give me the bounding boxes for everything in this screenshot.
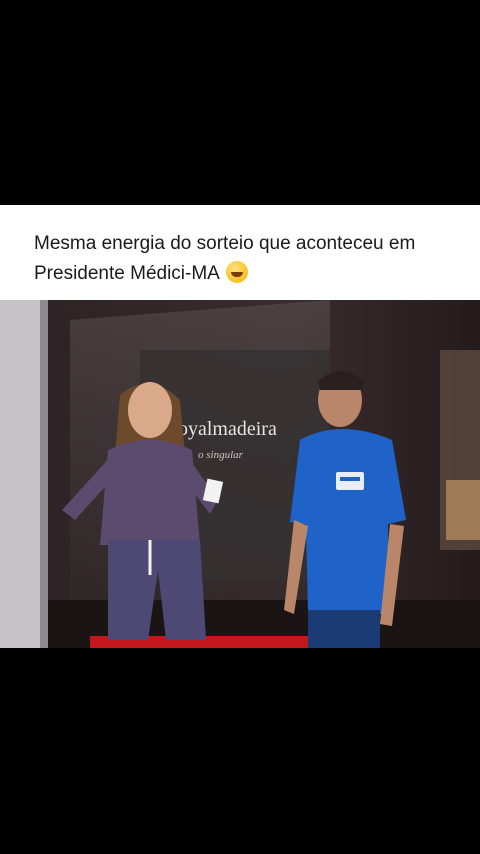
laughing-emoji-icon xyxy=(225,261,248,283)
video-frame: oyalmadeira o singular xyxy=(0,300,480,648)
top-letterbox xyxy=(0,0,480,205)
post-caption: Mesma energia do sorteio que aconteceu e… xyxy=(34,229,464,289)
bottom-letterbox xyxy=(0,648,480,854)
caption-line-1: Mesma energia do sorteio que aconteceu e… xyxy=(34,233,416,254)
post-caption-card: Mesma energia do sorteio que aconteceu e… xyxy=(0,205,480,300)
video-player[interactable]: oyalmadeira o singular xyxy=(0,300,480,648)
caption-line-2: Presidente Médici-MA xyxy=(34,263,220,284)
left-pillar xyxy=(0,300,40,648)
sponsor-logo-subtext: o singular xyxy=(198,449,244,461)
sponsor-logo-text: oyalmadeira xyxy=(178,418,277,440)
